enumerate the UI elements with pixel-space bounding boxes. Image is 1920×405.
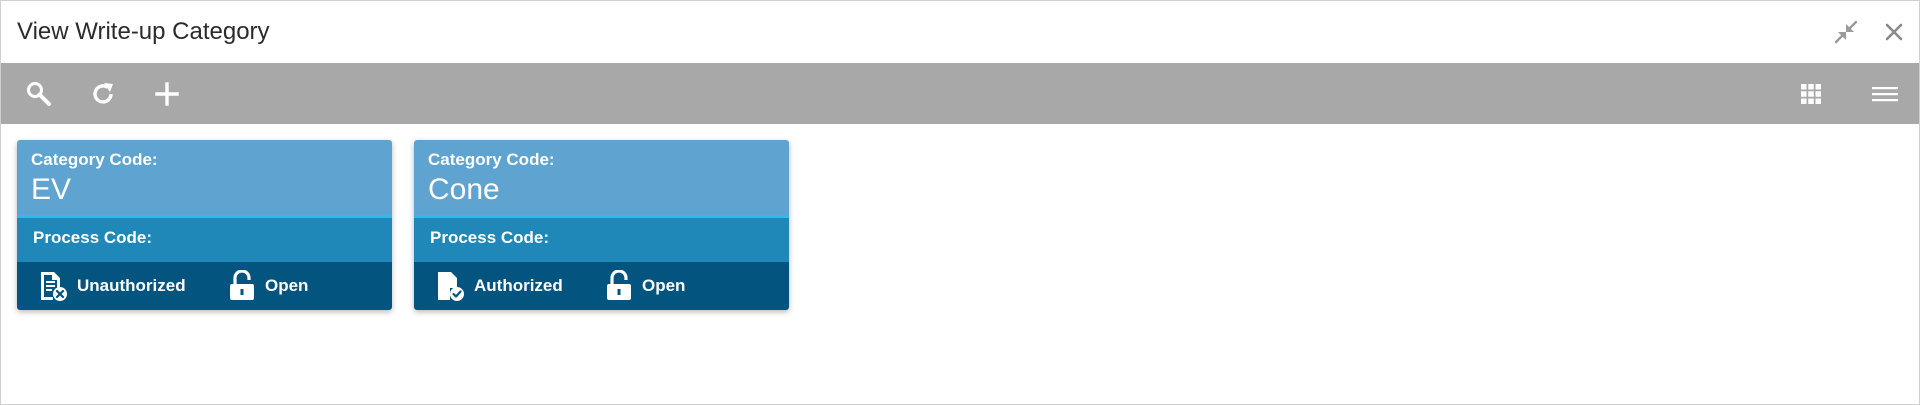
refresh-icon[interactable]: [89, 80, 117, 108]
category-code-value: Cone: [428, 173, 500, 206]
category-code-label: Category Code:: [31, 150, 158, 169]
toolbar-left: [1, 80, 181, 108]
category-code-label: Category Code:: [428, 150, 555, 169]
titlebar: View Write-up Category: [1, 1, 1919, 63]
lock-status-label: Open: [642, 276, 686, 295]
record-tile[interactable]: Category Code: EV Process Code: Unauthor…: [17, 140, 392, 310]
auth-status: Unauthorized: [37, 270, 227, 302]
tile-header: Category Code: EV: [17, 140, 392, 218]
lock-status: Open: [604, 270, 685, 302]
auth-status-label: Unauthorized: [77, 276, 186, 295]
unlock-icon: [227, 270, 257, 302]
toolbar: [1, 63, 1919, 124]
close-icon[interactable]: [1881, 19, 1907, 45]
list-view-icon[interactable]: [1871, 80, 1899, 108]
tile-header: Category Code: Cone: [414, 140, 789, 218]
add-icon[interactable]: [153, 80, 181, 108]
category-code-value: EV: [31, 173, 72, 206]
unlock-icon: [604, 270, 634, 302]
unauthorized-icon: [37, 270, 69, 302]
search-icon[interactable]: [25, 80, 53, 108]
lock-status-label: Open: [265, 276, 309, 295]
process-code-label: Process Code:: [414, 218, 789, 262]
window-title: View Write-up Category: [17, 18, 270, 45]
tile-footer: Unauthorized Open: [17, 262, 392, 310]
auth-status-label: Authorized: [474, 276, 563, 295]
tile-footer: Authorized Open: [414, 262, 789, 310]
window-controls: [1833, 19, 1907, 45]
auth-status: Authorized: [434, 270, 604, 302]
view-writeup-category-window: View Write-up Category Category Code: EV…: [0, 0, 1920, 405]
minimize-icon[interactable]: [1833, 19, 1859, 45]
lock-status: Open: [227, 270, 308, 302]
toolbar-right: [1797, 80, 1919, 108]
grid-view-icon[interactable]: [1797, 80, 1825, 108]
authorized-icon: [434, 270, 466, 302]
process-code-label: Process Code:: [17, 218, 392, 262]
record-tile[interactable]: Category Code: Cone Process Code: Author…: [414, 140, 789, 310]
tiles-container: Category Code: EV Process Code: Unauthor…: [1, 124, 1919, 310]
